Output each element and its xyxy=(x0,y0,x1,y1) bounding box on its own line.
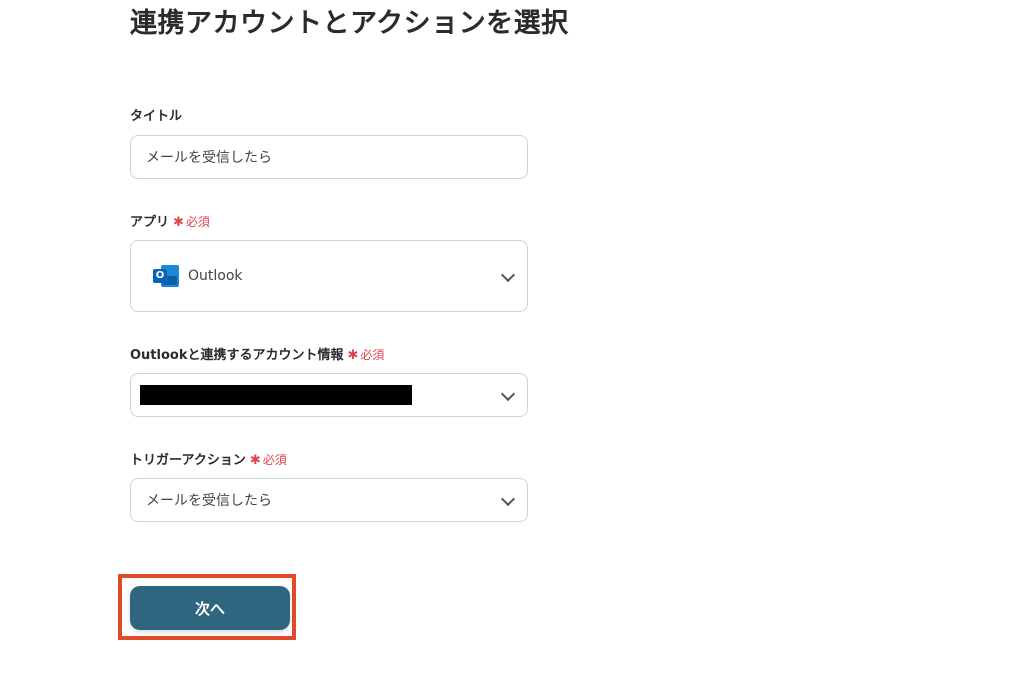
outlook-icon: O xyxy=(153,264,179,288)
account-field-label: Outlookと連携するアカウント情報 ✱ 必須 xyxy=(130,346,384,365)
asterisk-icon: ✱ xyxy=(249,453,261,468)
required-marker: ✱ 必須 xyxy=(173,215,210,230)
trigger-select[interactable]: メールを受信したら xyxy=(130,478,528,522)
required-marker: ✱ 必須 xyxy=(347,348,385,363)
page-title: 連携アカウントとアクションを選択 xyxy=(130,8,569,39)
required-marker: ✱ 必須 xyxy=(249,453,287,468)
chevron-down-icon xyxy=(500,267,516,283)
redacted-account-value xyxy=(140,385,412,405)
chevron-down-icon xyxy=(500,491,516,507)
app-label-text: アプリ xyxy=(130,215,170,230)
trigger-label-text: トリガーアクション xyxy=(130,453,246,468)
chevron-down-icon xyxy=(500,386,516,402)
trigger-field-label: トリガーアクション ✱ 必須 xyxy=(130,451,287,470)
next-button[interactable]: 次へ xyxy=(130,586,290,630)
asterisk-icon: ✱ xyxy=(347,348,359,363)
app-select[interactable]: O Outlook xyxy=(130,240,528,312)
title-field-label: タイトル xyxy=(130,108,182,126)
trigger-select-value: メールを受信したら xyxy=(146,493,272,509)
required-text: 必須 xyxy=(360,348,385,362)
app-field-label: アプリ ✱ 必須 xyxy=(130,213,210,232)
title-input[interactable]: メールを受信したら xyxy=(130,135,528,179)
required-text: 必須 xyxy=(185,215,210,229)
required-text: 必須 xyxy=(262,453,287,467)
title-label-text: タイトル xyxy=(130,109,183,124)
account-label-text: Outlookと連携するアカウント情報 xyxy=(130,348,344,363)
title-input-value: メールを受信したら xyxy=(146,150,272,166)
account-select[interactable] xyxy=(130,373,528,417)
asterisk-icon: ✱ xyxy=(173,215,184,230)
app-select-value: Outlook xyxy=(188,268,243,284)
